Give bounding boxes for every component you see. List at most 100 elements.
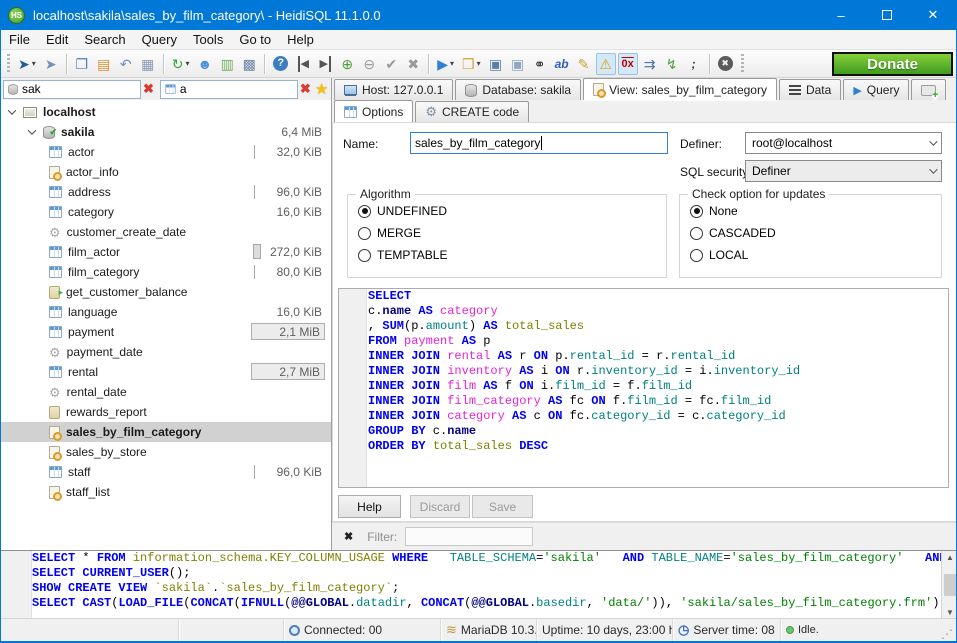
filter-input[interactable]	[405, 527, 533, 546]
scroll-down-icon[interactable]: ▼	[946, 606, 954, 618]
dropdown-caret-icon[interactable]: ▾	[185, 59, 189, 68]
algorithm-radio-temptable[interactable]: TEMPTABLE	[358, 247, 447, 263]
cancel-edit-icon[interactable]: ✖	[403, 53, 423, 75]
dropdown-caret-icon[interactable]: ▾	[32, 59, 36, 68]
tab-query[interactable]: ▶Query	[843, 79, 909, 100]
radio-icon[interactable]	[690, 205, 703, 218]
tree-item-payment[interactable]: payment2,1 MiB	[1, 322, 331, 342]
indent-icon[interactable]: ⇉	[640, 53, 660, 75]
menu-edit[interactable]: Edit	[38, 30, 76, 50]
tab-view-sales-by-film-category[interactable]: View: sales_by_film_category	[583, 78, 777, 100]
menu-help[interactable]: Help	[279, 30, 322, 50]
log-scrollbar[interactable]: ▲ ▼	[941, 551, 957, 618]
resize-grip-icon[interactable]: ⋰	[941, 627, 953, 641]
reconnect-icon[interactable]: ↯	[662, 53, 682, 75]
paste-icon[interactable]: ▤	[94, 53, 114, 75]
export-database-icon[interactable]: ▥	[217, 53, 237, 75]
sql-security-combobox[interactable]: Definer	[745, 160, 942, 182]
menu-search[interactable]: Search	[76, 30, 133, 50]
clear-database-filter-icon[interactable]: ✖	[143, 81, 154, 97]
tree-item-actor_info[interactable]: actor_info	[1, 162, 331, 182]
connect-icon[interactable]: ➤▾	[15, 53, 39, 75]
warning-highlight-icon[interactable]: ⚠	[596, 53, 616, 75]
post-edit-icon[interactable]: ✔	[381, 53, 401, 75]
check-option-radio-cascaded[interactable]: CASCADED	[690, 225, 776, 241]
algorithm-radio-undefined[interactable]: UNDEFINED	[358, 203, 447, 219]
menu-go-to[interactable]: Go to	[231, 30, 279, 50]
tree-item-staff[interactable]: staff96,0 KiB	[1, 462, 331, 482]
menu-file[interactable]: File	[1, 30, 38, 50]
tree-item-get_customer_balance[interactable]: get_customer_balance	[1, 282, 331, 302]
radio-icon[interactable]	[358, 227, 371, 240]
table-filter-input[interactable]: a	[160, 80, 298, 99]
check-option-radio-local[interactable]: LOCAL	[690, 247, 748, 263]
semicolon-icon[interactable]: ;	[684, 53, 704, 75]
chevron-down-icon[interactable]	[8, 106, 16, 114]
tab-database-sakila[interactable]: Database: sakila	[455, 79, 581, 100]
tree-item-actor[interactable]: actor32,0 KiB	[1, 142, 331, 162]
tab-new-query-tab[interactable]	[911, 79, 946, 100]
scrollbar-thumb[interactable]	[944, 574, 957, 596]
delete-record-icon[interactable]: ⊖	[359, 53, 379, 75]
copy-icon[interactable]: ❐	[72, 53, 92, 75]
first-record-icon[interactable]: ◀	[293, 53, 313, 75]
tree-item-customer_create_date[interactable]: ⚙customer_create_date	[1, 222, 331, 242]
subtab-options[interactable]: Options	[334, 100, 413, 122]
chevron-down-icon[interactable]	[28, 126, 36, 134]
clear-table-filter-icon[interactable]: ✖	[300, 81, 311, 97]
radio-icon[interactable]	[690, 227, 703, 240]
help-icon[interactable]: ?	[270, 53, 291, 75]
dropdown-caret-icon[interactable]: ▾	[477, 59, 481, 68]
view-select-code-editor[interactable]: 1SELECT2c.name AS category3, SUM(p.amoun…	[338, 288, 949, 488]
check-option-radio-none[interactable]: None	[690, 203, 738, 219]
open-file-icon[interactable]: ❒▾	[459, 53, 484, 75]
hex-view-icon[interactable]: 0x	[618, 53, 638, 75]
tree-item-category[interactable]: category16,0 KiB	[1, 202, 331, 222]
tab-data[interactable]: Data	[779, 79, 841, 100]
format-code-icon[interactable]: ✎	[574, 53, 594, 75]
toolbar-grip[interactable]	[741, 54, 744, 74]
close-filter-icon[interactable]: ✖	[344, 530, 353, 543]
user-manager-icon[interactable]: ☻	[195, 53, 216, 75]
database-filter-input[interactable]: sak	[3, 80, 141, 99]
favorites-star-icon[interactable]: ★	[315, 80, 328, 98]
view-name-input[interactable]: sales_by_film_category	[410, 132, 668, 154]
tree-item-rental[interactable]: rental2,7 MiB	[1, 362, 331, 382]
save-blob-icon[interactable]: ▩	[239, 53, 259, 75]
tree-item-film_actor[interactable]: film_actor272,0 KiB	[1, 242, 331, 262]
donate-button[interactable]: Donate	[832, 52, 953, 76]
tree-item-rental_date[interactable]: ⚙rental_date	[1, 382, 331, 402]
tree-item-sales_by_film_category[interactable]: sales_by_film_category	[1, 422, 331, 442]
replace-icon[interactable]: ab	[552, 53, 572, 75]
discard-button[interactable]: Discard	[410, 495, 470, 518]
radio-icon[interactable]	[358, 205, 371, 218]
close-button[interactable]: ✕	[910, 0, 956, 30]
radio-icon[interactable]	[358, 249, 371, 262]
refresh-icon[interactable]: ↻▾	[169, 53, 193, 75]
dropdown-caret-icon[interactable]: ▾	[450, 59, 454, 68]
save-as-icon[interactable]: ▣	[508, 53, 528, 75]
scroll-up-icon[interactable]: ▲	[946, 551, 954, 564]
tree-item-staff_list[interactable]: staff_list	[1, 482, 331, 502]
print-icon[interactable]: ▦	[138, 53, 158, 75]
tree-item-rewards_report[interactable]: rewards_report	[1, 402, 331, 422]
tab-host-127-0-0-1[interactable]: Host: 127.0.0.1	[334, 79, 453, 100]
add-record-icon[interactable]: ⊕	[337, 53, 357, 75]
help-button[interactable]: Help	[338, 495, 401, 518]
tree-item-sakila[interactable]: sakila6,4 MiB	[1, 122, 331, 142]
run-query-icon[interactable]: ▶▾	[434, 53, 457, 75]
find-icon[interactable]: ⚭	[530, 53, 550, 75]
definer-combobox[interactable]: root@localhost	[745, 132, 942, 154]
subtab-create-code[interactable]: ⚙CREATE code	[415, 101, 529, 122]
tree-item-sales_by_store[interactable]: sales_by_store	[1, 442, 331, 462]
algorithm-radio-merge[interactable]: MERGE	[358, 225, 421, 241]
radio-icon[interactable]	[690, 249, 703, 262]
tree-item-language[interactable]: language16,0 KiB	[1, 302, 331, 322]
toolbar-grip[interactable]	[7, 54, 10, 74]
menu-tools[interactable]: Tools	[185, 30, 231, 50]
undo-icon[interactable]: ↶	[116, 53, 136, 75]
last-record-icon[interactable]: ▶	[315, 53, 335, 75]
disconnect-icon[interactable]: ➤	[41, 53, 61, 75]
sql-log-panel[interactable]: ▲ ▼ 23SELECT * FROM information_schema.K…	[1, 550, 957, 618]
minimize-button[interactable]: –	[818, 0, 864, 30]
